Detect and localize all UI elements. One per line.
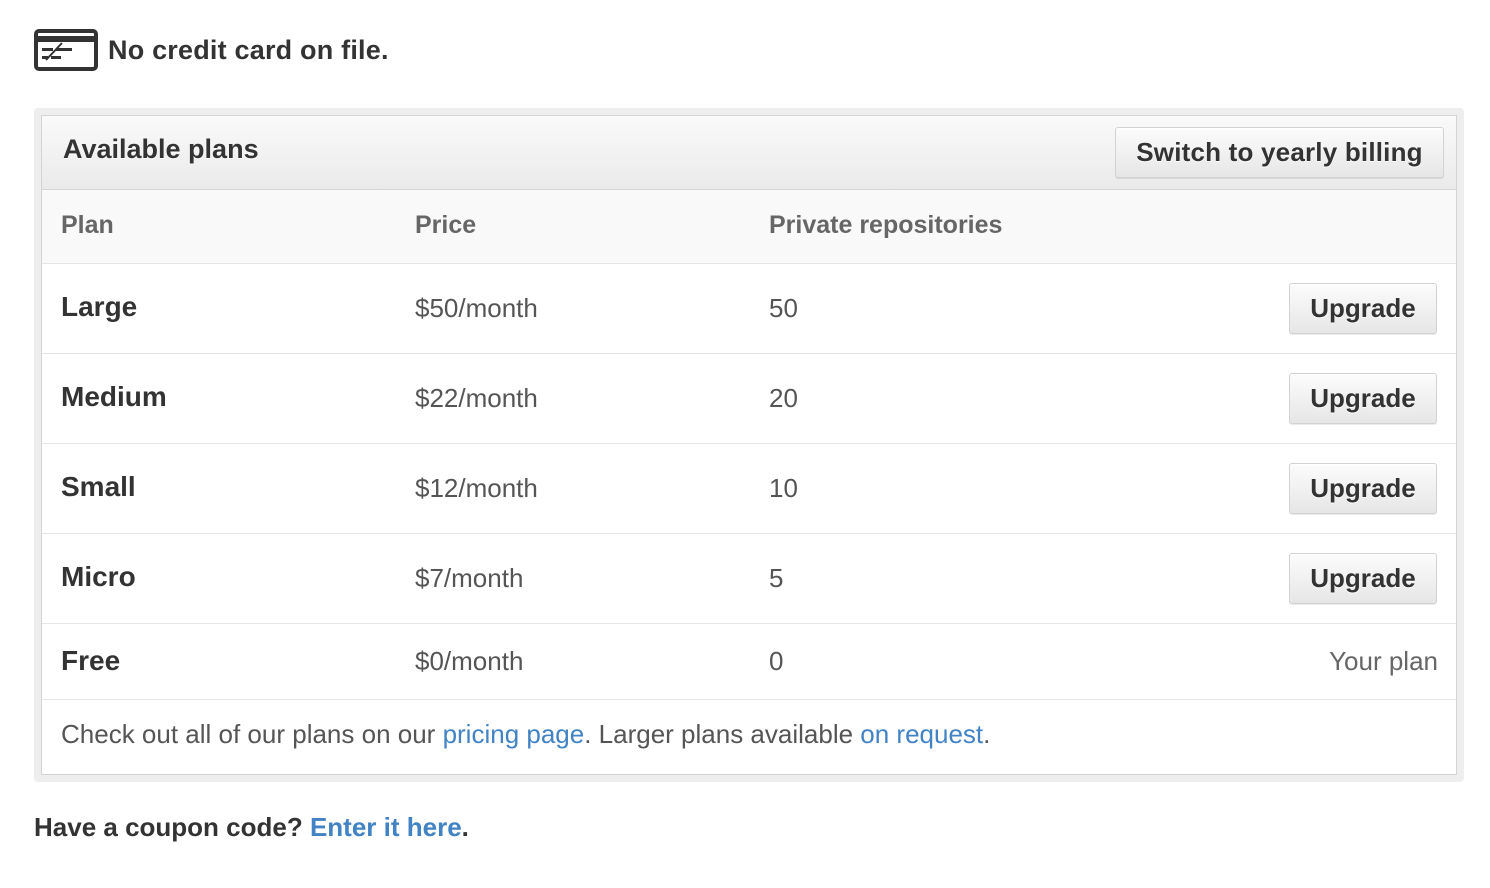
upgrade-button[interactable]: Upgrade [1289, 463, 1437, 514]
column-header-price: Price [415, 211, 477, 239]
credit-card-status: No credit card on file. [34, 28, 389, 72]
table-row-current: Free $0/month 0 Your plan [42, 624, 1456, 700]
coupon-suffix: . [461, 812, 469, 842]
plan-price: $0/month [415, 646, 524, 676]
plan-private-repos: 10 [769, 473, 798, 503]
upgrade-button[interactable]: Upgrade [1289, 283, 1437, 334]
plan-name: Medium [61, 381, 167, 412]
plans-box: Available plans Switch to yearly billing… [41, 115, 1457, 775]
table-row: Medium $22/month 20 Upgrade [42, 354, 1456, 444]
pricing-page-link[interactable]: pricing page [443, 719, 585, 749]
plan-name: Small [61, 471, 136, 502]
table-row: Small $12/month 10 Upgrade [42, 444, 1456, 534]
card-status-text: No credit card on file. [108, 34, 389, 65]
footer-text-prefix: Check out all of our plans on our [61, 719, 443, 749]
plan-name: Micro [61, 561, 136, 592]
plan-price: $12/month [415, 473, 538, 503]
footer-text-suffix: . [983, 719, 991, 749]
table-row: Large $50/month 50 Upgrade [42, 264, 1456, 354]
plan-private-repos: 5 [769, 563, 784, 593]
upgrade-button[interactable]: Upgrade [1289, 373, 1437, 424]
upgrade-button[interactable]: Upgrade [1289, 553, 1437, 604]
plan-private-repos: 50 [769, 293, 798, 323]
plans-panel: Available plans Switch to yearly billing… [34, 108, 1464, 782]
plan-private-repos: 0 [769, 646, 784, 676]
plans-footer-note: Check out all of our plans on our pricin… [61, 719, 990, 750]
current-plan-label: Your plan [1329, 646, 1438, 676]
table-row: Micro $7/month 5 Upgrade [42, 534, 1456, 624]
switch-yearly-billing-button[interactable]: Switch to yearly billing [1115, 127, 1444, 178]
plan-private-repos: 20 [769, 383, 798, 413]
plan-price: $7/month [415, 563, 524, 593]
plans-header: Available plans Switch to yearly billing [42, 116, 1456, 190]
on-request-link[interactable]: on request [860, 719, 983, 749]
column-header-plan: Plan [61, 211, 114, 239]
enter-coupon-link[interactable]: Enter it here [310, 812, 462, 842]
plans-title: Available plans [63, 134, 259, 164]
table-header: Plan Price Private repositories [42, 190, 1456, 264]
plan-name: Free [61, 645, 121, 676]
plan-name: Large [61, 291, 138, 322]
coupon-prompt: Have a coupon code? Enter it here. [34, 812, 469, 843]
footer-text-middle: . Larger plans available [584, 719, 861, 749]
plan-price: $50/month [415, 293, 538, 323]
coupon-question: Have a coupon code? [34, 812, 310, 842]
credit-card-icon [34, 29, 98, 71]
plan-price: $22/month [415, 383, 538, 413]
column-header-private-repositories: Private repositories [769, 211, 1003, 239]
